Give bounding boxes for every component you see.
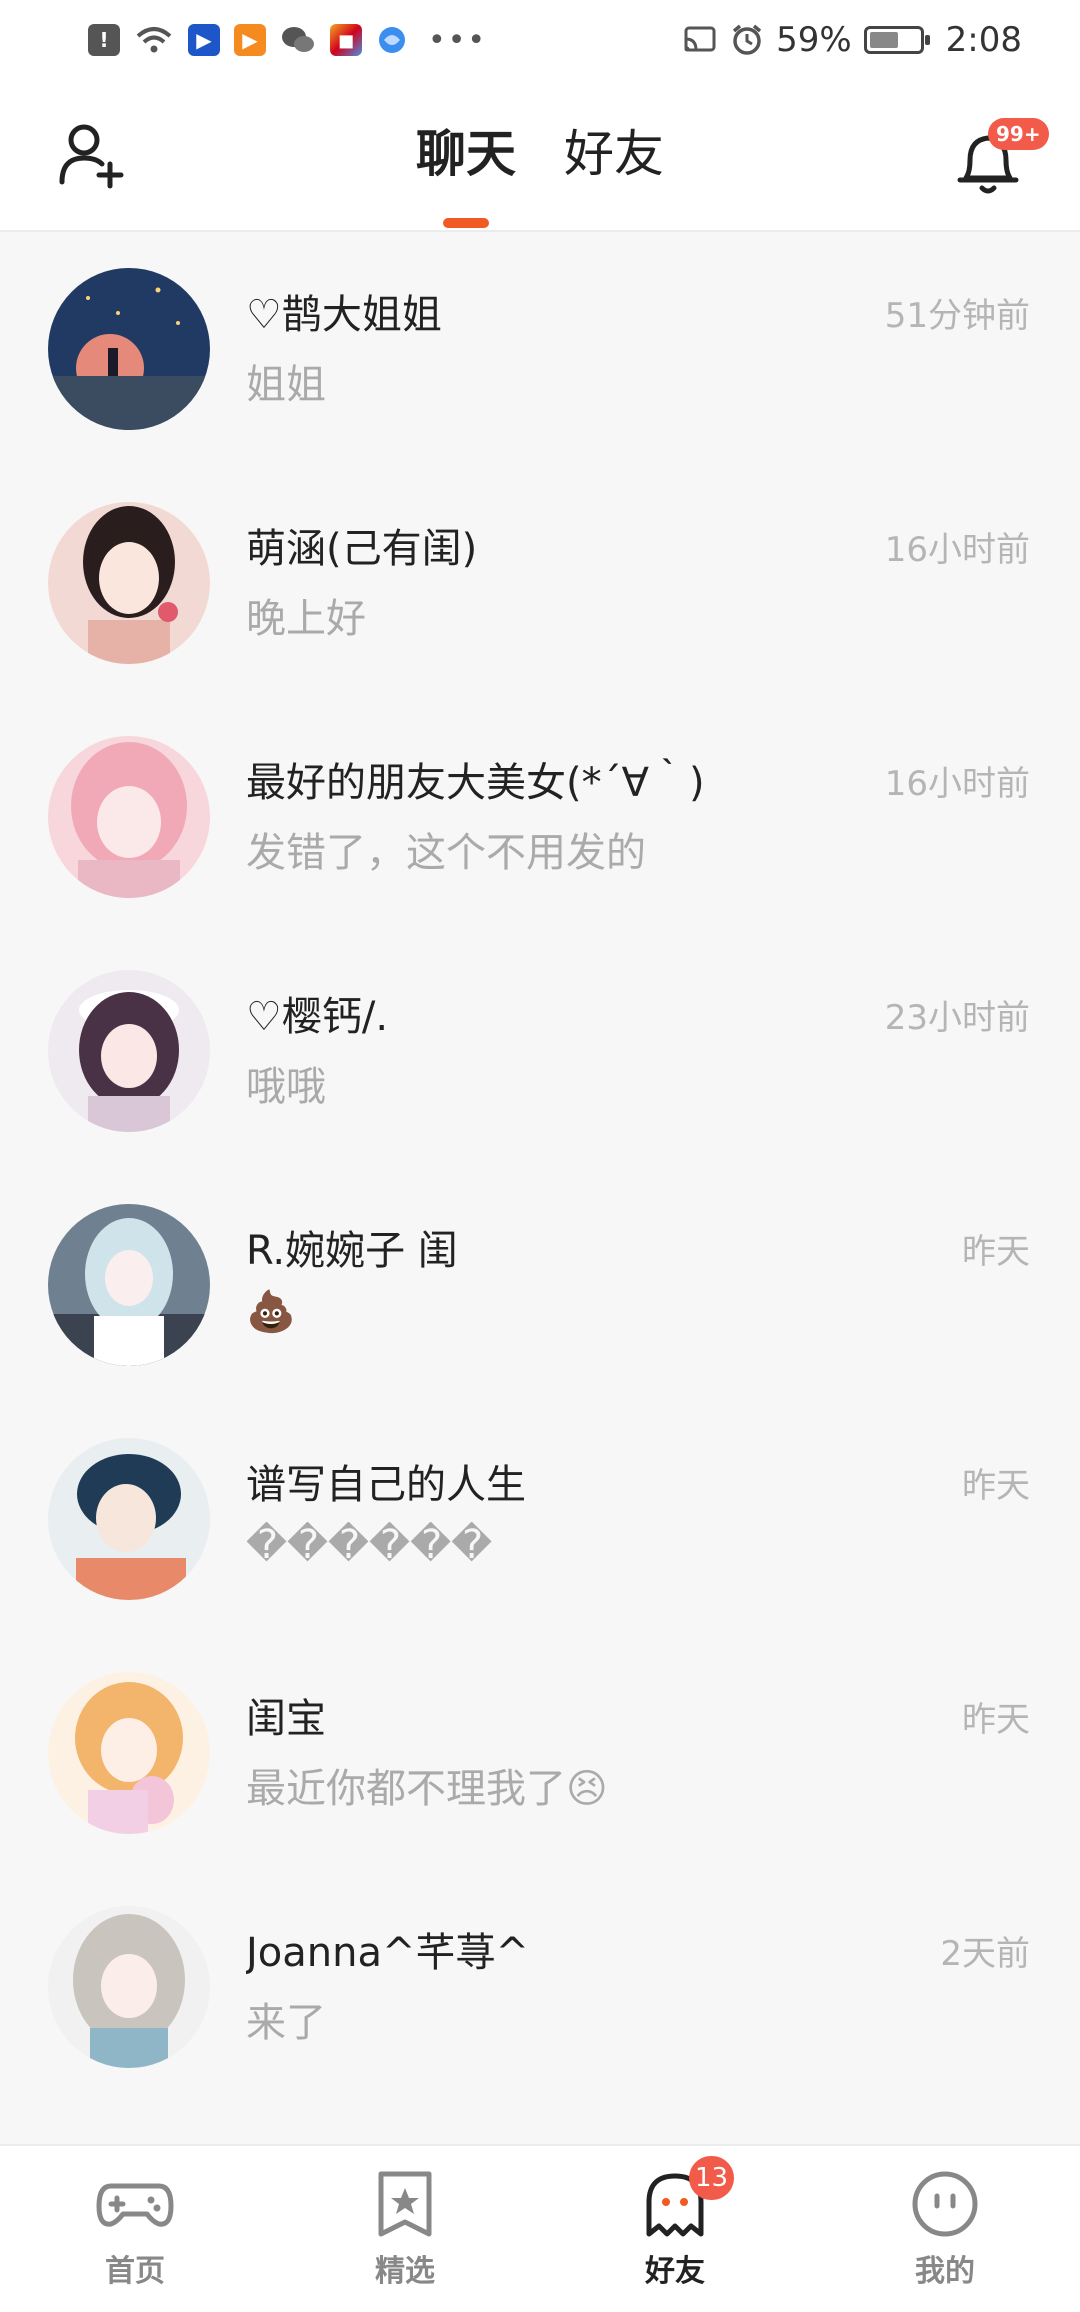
chat-time: 昨天 [962,1232,1030,1272]
chat-list: ♡鹊大姐姐 姐姐 51分钟前 萌涵(己有闺) 晚上好 16小时前 最好的朋友大美… [0,232,1080,2144]
alarm-icon [730,23,764,57]
chat-last-message: 来了 [246,2000,326,2046]
more-notifications-icon: ••• [428,22,488,58]
browser-icon [376,24,408,56]
avatar[interactable] [48,1672,210,1834]
chat-item[interactable]: R.婉婉子 闺 💩 昨天 [0,1168,1080,1402]
avatar[interactable] [48,736,210,898]
chat-last-message: 最近你都不理我了😣 [246,1766,608,1812]
header: 聊天 好友 99+ [0,80,1080,232]
nav-home[interactable]: 首页 [0,2146,270,2312]
chat-time: 昨天 [962,1700,1030,1740]
chat-name: R.婉婉子 闺 [246,1228,458,1274]
battery-icon [863,26,930,54]
chat-item[interactable]: 萌涵(己有闺) 晚上好 16小时前 [0,466,1080,700]
chat-time: 51分钟前 [884,296,1030,336]
chat-last-message: 哦哦 [246,1064,326,1110]
nav-label: 好友 [641,2246,709,2294]
bottom-nav: 首页 精选 13 好友 我的 [0,2144,1080,2312]
friends-badge: 13 [689,2156,735,2200]
notification-badge: 99+ [988,118,1049,150]
chat-name: 萌涵(己有闺) [246,526,478,572]
top-tabs: 聊天 好友 [0,114,1080,228]
nav-label: 精选 [375,2254,435,2289]
battery-percent: 59% [776,20,852,60]
chat-time: 2天前 [940,1934,1030,1974]
nav-label: 我的 [915,2254,975,2289]
chat-last-message: 💩 [246,1289,296,1335]
chat-name: ♡樱钙/. [246,994,389,1040]
avatar[interactable] [48,268,210,430]
wifi-icon [134,24,174,56]
avatar[interactable] [48,1204,210,1366]
chat-name: 谱写自己的人生 [246,1462,526,1508]
cast-icon [682,25,718,55]
clock: 2:08 [945,20,1022,60]
chat-item[interactable]: 最好的朋友大美女(*´∀｀) 发错了，这个不用发的 16小时前 [0,700,1080,934]
chat-last-message: 发错了，这个不用发的 [246,830,646,876]
chat-name: ♡鹊大姐姐 [246,292,442,338]
chat-item[interactable]: ♡鹊大姐姐 姐姐 51分钟前 [0,232,1080,466]
status-system: 59% 2:08 [682,20,1022,60]
status-notifications: ! ▶ ▶ ◼ ••• [88,23,487,58]
chat-last-message: 晚上好 [246,596,366,642]
face-icon [912,2171,978,2237]
wechat-icon [280,24,316,56]
avatar[interactable] [48,1906,210,2068]
video-app-icon: ▶ [188,24,220,56]
chat-last-message: 姐姐 [246,362,326,408]
chat-item[interactable]: 谱写自己的人生 ������ 昨天 [0,1402,1080,1636]
chat-name: 最好的朋友大美女(*´∀｀) [246,760,705,806]
chat-name: 闺宝 [246,1696,326,1742]
alert-icon: ! [88,24,120,56]
chat-item[interactable]: ♡樱钙/. 哦哦 23小时前 [0,934,1080,1168]
chat-time: 昨天 [962,1466,1030,1506]
tab-friends[interactable]: 好友 [564,114,664,186]
nav-featured[interactable]: 精选 [270,2146,540,2312]
avatar[interactable] [48,1438,210,1600]
chat-time: 23小时前 [884,998,1030,1038]
nav-profile[interactable]: 我的 [810,2146,1080,2312]
avatar[interactable] [48,970,210,1132]
chat-name: Joanna^芊荨^ [246,1930,530,1976]
chat-time: 16小时前 [884,530,1030,570]
avatar[interactable] [48,502,210,664]
chat-last-message: ������ [246,1522,493,1568]
tab-chat[interactable]: 聊天 [416,114,516,228]
app-grid-icon: ◼ [330,24,362,56]
chat-item[interactable]: 闺宝 最近你都不理我了😣 昨天 [0,1636,1080,1870]
nav-friends[interactable]: 13 好友 [540,2146,810,2312]
player-app-icon: ▶ [234,24,266,56]
chat-item[interactable]: Joanna^芊荨^ 来了 2天前 [0,1870,1080,2104]
chat-time: 16小时前 [884,764,1030,804]
status-bar: ! ▶ ▶ ◼ ••• 59% 2:08 [0,0,1080,80]
gamepad-icon [96,2183,174,2227]
star-bookmark-icon [378,2171,432,2237]
nav-label: 首页 [105,2254,165,2289]
